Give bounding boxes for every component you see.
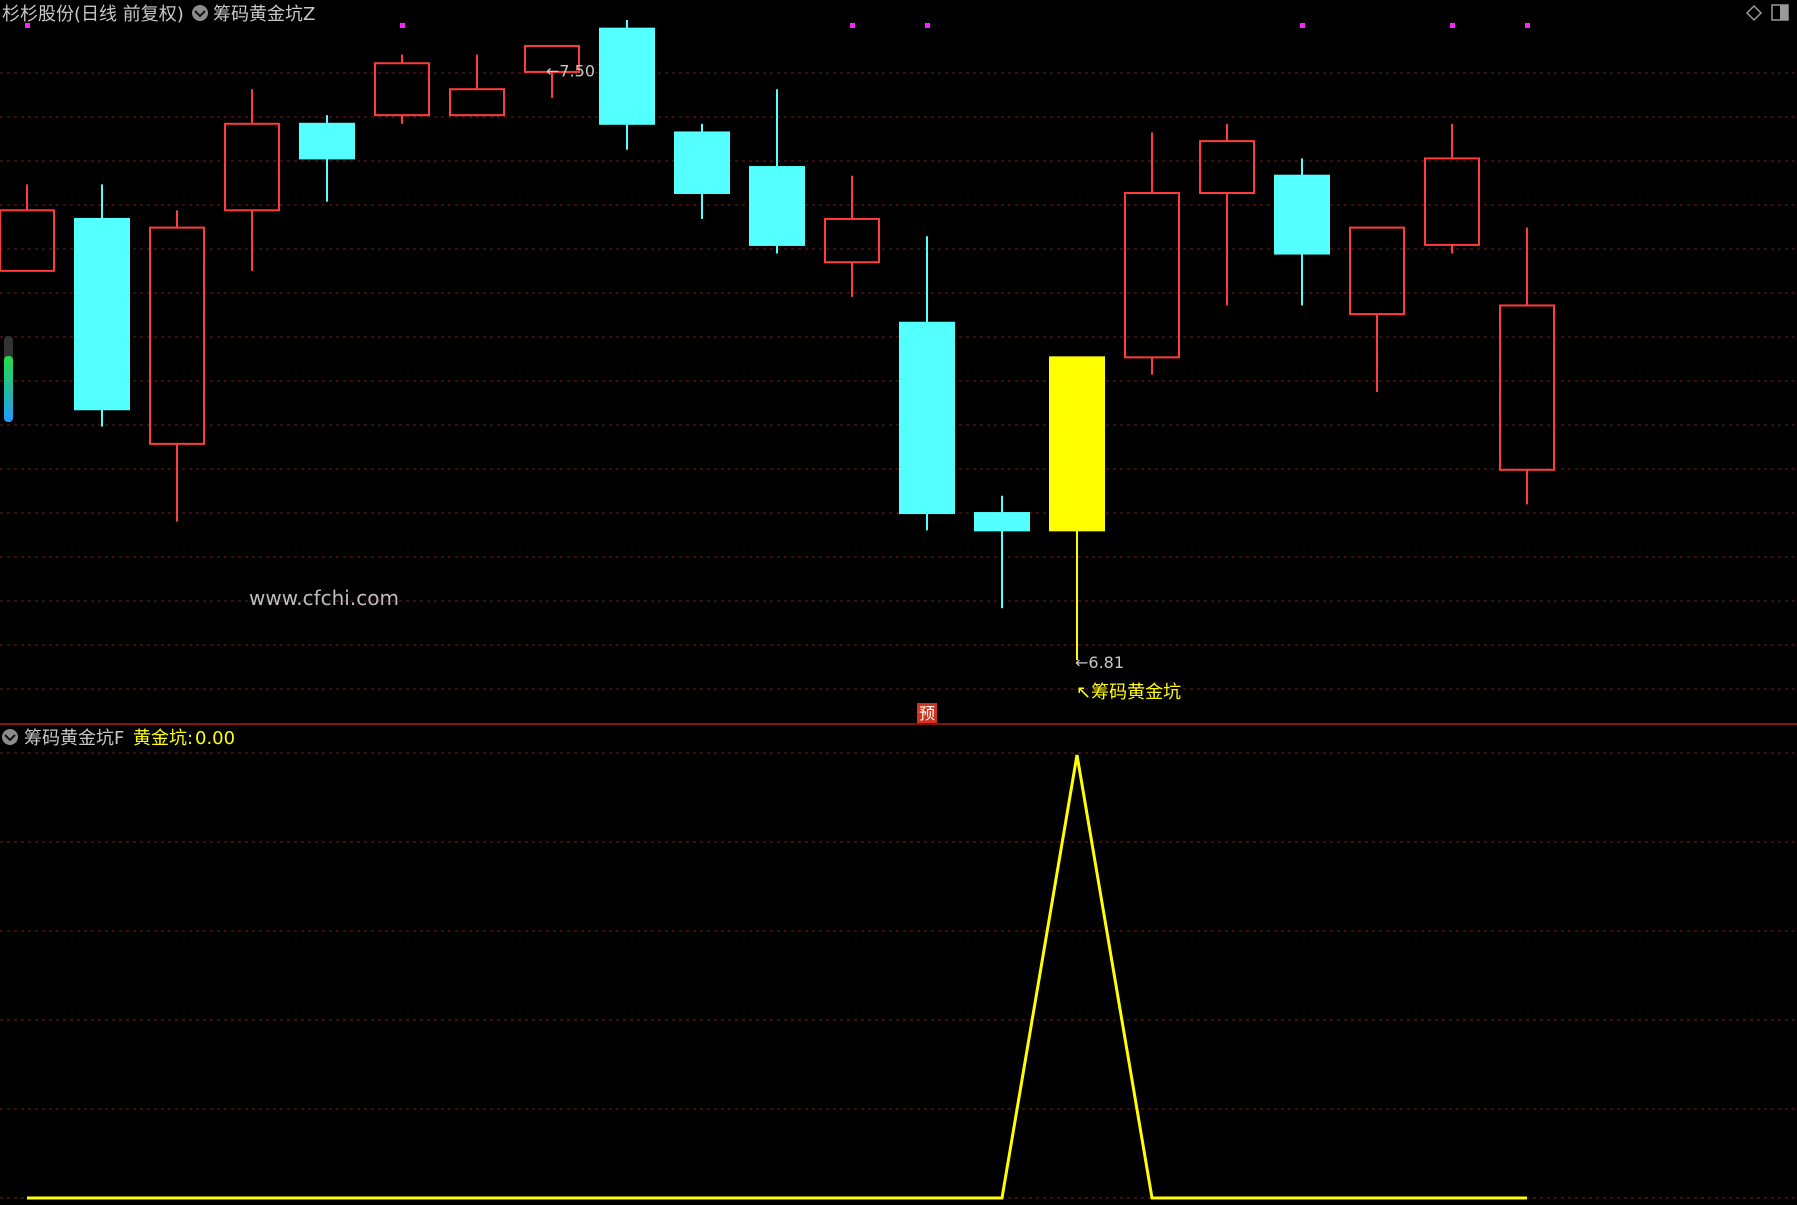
- signal-dot: [400, 23, 405, 28]
- high-price-label: ←7.50: [546, 61, 595, 80]
- watermark: www.cfchi.com: [249, 586, 399, 610]
- signal-dot: [1525, 23, 1530, 28]
- candle-body: [974, 512, 1030, 532]
- pre-badge-text: 预: [919, 704, 935, 723]
- signal-dot: [1450, 23, 1455, 28]
- vertical-scroll-gauge[interactable]: [4, 336, 13, 422]
- candle-body: [1274, 174, 1330, 255]
- candle-body: [299, 122, 355, 160]
- indicator-main-toggle-icon[interactable]: [192, 5, 208, 21]
- low-price-label: ←6.81: [1075, 653, 1124, 672]
- candle-body: [674, 131, 730, 194]
- candle-body: [1049, 356, 1105, 532]
- signal-dot: [850, 23, 855, 28]
- candle-body: [899, 321, 955, 515]
- signal-dot: [925, 23, 930, 28]
- stock-title: 杉杉股份(日线 前复权): [2, 4, 184, 25]
- sub-series-label: 黄金坑:: [133, 728, 193, 749]
- candle-body: [749, 166, 805, 246]
- candle-body: [74, 217, 130, 411]
- indicator-sub-toggle-icon[interactable]: [2, 729, 18, 745]
- pre-badge: 预: [917, 703, 937, 723]
- signal-label: ↖筹码黄金坑: [1076, 682, 1181, 703]
- sub-series-value: 0.00: [195, 728, 235, 749]
- signal-dot: [1300, 23, 1305, 28]
- stock-chart[interactable]: 杉杉股份(日线 前复权) 筹码黄金坑Z ←7.50 ←6.81 www.cfch…: [0, 0, 1797, 1205]
- candle: [74, 184, 130, 427]
- candle-body: [599, 27, 655, 125]
- indicator-main-name: 筹码黄金坑Z: [213, 4, 315, 25]
- signal-dot: [25, 23, 30, 28]
- indicator-sub-name: 筹码黄金坑F: [24, 728, 124, 749]
